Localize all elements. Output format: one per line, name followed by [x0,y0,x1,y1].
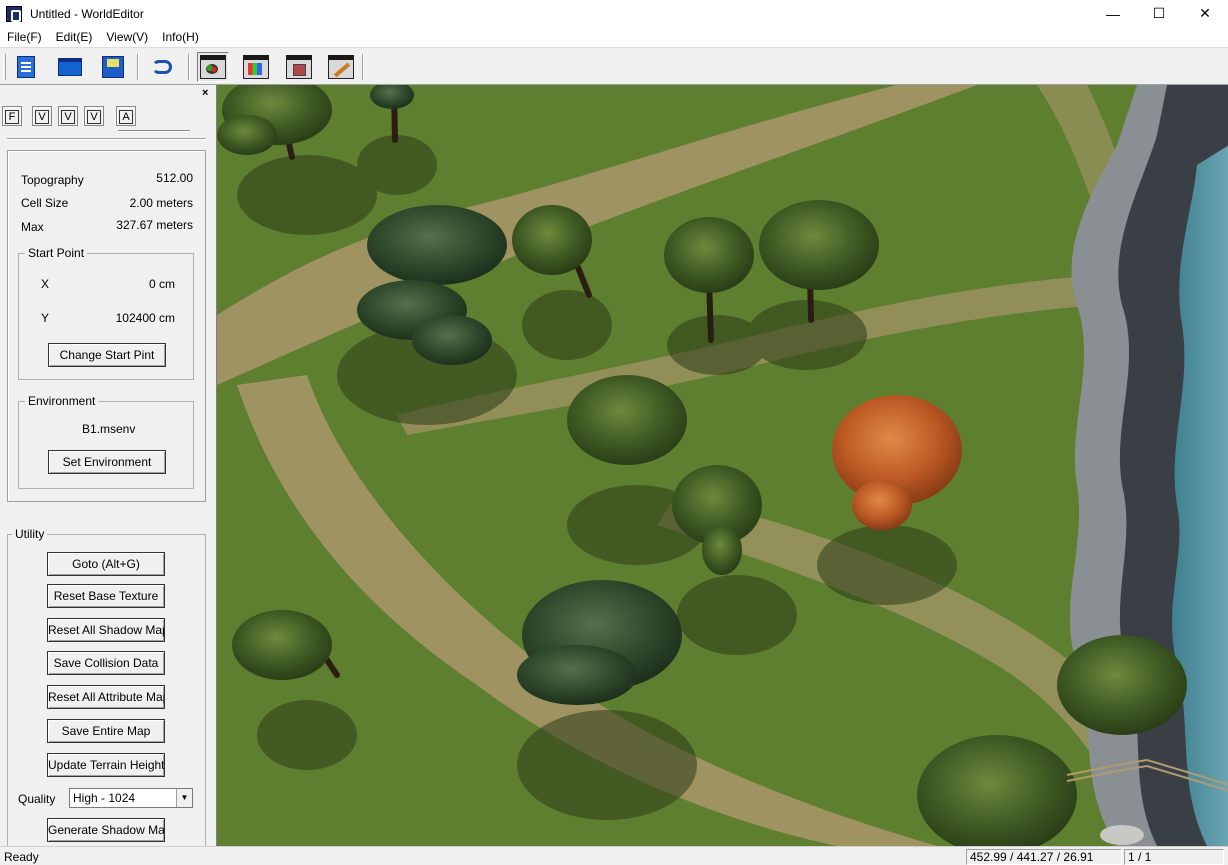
tab-a[interactable]: A [116,106,136,126]
toolbar-separator [362,54,364,80]
save-entire-map-button[interactable]: Save Entire Map [47,719,165,743]
reset-all-attribute-map-button[interactable]: Reset All Attribute Map [47,685,165,709]
menu-view[interactable]: View(V) [99,30,155,44]
object-window-button[interactable] [283,53,315,81]
menu-info[interactable]: Info(H) [155,30,206,44]
panel-divider [7,138,206,140]
open-folder-button[interactable] [56,53,84,81]
map-window-button[interactable] [197,52,229,82]
generate-shadow-map-button[interactable]: Generate Shadow Map [47,818,165,842]
toolbar-separator [137,54,139,80]
minimize-button[interactable]: — [1090,0,1136,27]
texture-window-icon [243,55,269,79]
max-label: Max [21,220,44,234]
new-document-button[interactable] [12,53,40,81]
open-folder-icon [58,58,82,76]
panel-close-icon[interactable]: × [202,87,208,99]
max-value: 327.67 meters [116,218,193,232]
start-point-group: Start Point X 0 cm Y 102400 cm Change St… [18,246,194,380]
texture-window-button[interactable] [240,53,272,81]
undo-icon [152,60,172,74]
properties-panel: × F V V V A Topography 512.00 Cell Size … [0,85,216,846]
start-x-label: X [41,277,50,291]
tab-v1[interactable]: V [32,106,52,126]
utility-title: Utility [12,527,48,541]
new-document-icon [17,56,35,78]
tab-v2[interactable]: V [58,106,78,126]
brush-window-button[interactable] [325,53,357,81]
quality-label: Quality [18,792,56,806]
reset-all-shadow-map-button[interactable]: Reset All Shadow Map [47,618,165,642]
topography-label: Topography [21,173,84,187]
map-info-box: Topography 512.00 Cell Size 2.00 meters … [7,150,206,502]
update-terrain-height-button[interactable]: Update Terrain Height [47,753,165,777]
menu-file[interactable]: File(F) [0,30,49,44]
close-button[interactable]: ✕ [1182,0,1228,27]
quality-select[interactable]: High - 1024 ▼ [69,788,193,808]
change-start-point-button[interactable]: Change Start Pint [48,343,166,367]
tab-f[interactable]: F [2,106,22,126]
status-coordinates: 452.99 / 441.27 / 26.91 [966,849,1122,865]
terrain-render [217,85,1228,846]
quality-value: High - 1024 [73,791,136,805]
app-icon [6,5,22,22]
toolbar-grip[interactable] [3,54,6,80]
title-bar: Untitled - WorldEditor — ☐ ✕ [0,0,1228,27]
save-disk-icon [102,56,124,78]
reset-base-texture-button[interactable]: Reset Base Texture [47,584,165,608]
environment-title: Environment [25,394,99,408]
status-text: Ready [4,850,39,864]
terrain-viewport[interactable] [216,85,1228,846]
tab-v3[interactable]: V [84,106,104,126]
start-x-value: 0 cm [148,277,175,291]
topography-value: 512.00 [156,171,193,185]
menu-edit[interactable]: Edit(E) [49,30,100,44]
save-button[interactable] [99,53,127,81]
menu-bar: File(F) Edit(E) View(V) Info(H) [0,27,1228,47]
maximize-button[interactable]: ☐ [1136,0,1182,27]
brush-window-icon [328,55,354,79]
environment-group: Environment B1.msenv Set Environment [18,394,194,489]
map-window-icon [200,55,226,79]
toolbar [0,47,1228,85]
toolbar-separator [188,54,190,80]
environment-file: B1.msenv [82,422,136,436]
save-collision-data-button[interactable]: Save Collision Data [47,651,165,675]
cell-size-value: 2.00 meters [129,196,193,210]
panel-tab-strip: F V V V A [2,101,190,132]
start-y-label: Y [41,311,50,325]
start-y-value: 102400 cm [115,311,175,325]
tab-underline [118,130,190,132]
window-title: Untitled - WorldEditor [30,6,144,21]
status-bar: Ready 452.99 / 441.27 / 26.91 1 / 1 [0,846,1228,865]
set-environment-button[interactable]: Set Environment [48,450,166,474]
object-window-icon [286,55,312,79]
goto-button[interactable]: Goto (Alt+G) [47,552,165,576]
boulder [1100,825,1144,845]
start-point-title: Start Point [25,246,88,260]
cell-size-label: Cell Size [21,196,69,210]
chevron-down-icon[interactable]: ▼ [176,789,192,807]
status-page: 1 / 1 [1124,849,1224,865]
window-controls: — ☐ ✕ [1090,0,1228,27]
undo-button[interactable] [148,53,176,81]
